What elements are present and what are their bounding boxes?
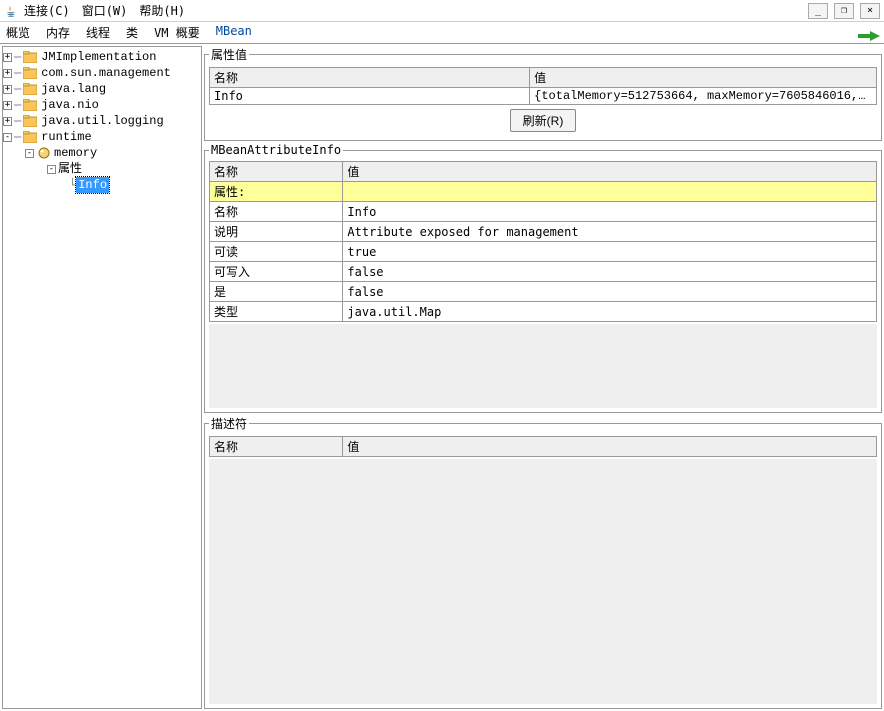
tree-label: JMImplementation	[41, 49, 156, 65]
menu-help[interactable]: 帮助(H)	[139, 2, 185, 19]
tree-node-runtime[interactable]: - ─ runtime	[3, 129, 201, 145]
descriptor-body-blank	[209, 459, 877, 704]
tree-label: java.lang	[41, 81, 106, 97]
cell-value: {totalMemory=512753664, maxMemory=760584…	[530, 88, 877, 105]
tab-mbean[interactable]: MBean	[214, 22, 254, 43]
cell: 可写入	[210, 262, 343, 282]
tab-memory[interactable]: 内存	[44, 22, 72, 43]
expand-icon[interactable]: +	[3, 53, 12, 62]
table-row[interactable]: 可写入 false	[210, 262, 877, 282]
folder-icon	[23, 131, 37, 143]
attribute-info-table[interactable]: 名称 值 属性: 名称 Info 说明 Attribute exposed fo…	[209, 161, 877, 322]
col-name[interactable]: 名称	[210, 68, 530, 88]
minimize-button[interactable]: _	[808, 3, 828, 19]
java-icon	[4, 4, 18, 18]
table-row[interactable]: 名称 Info	[210, 202, 877, 222]
mbean-tree[interactable]: + ─ JMImplementation + ─ com.sun.managem…	[2, 46, 202, 709]
section-title: 描述符	[209, 415, 249, 432]
cell-name: Info	[210, 88, 530, 105]
descriptor-table[interactable]: 名称 值	[209, 436, 877, 457]
window-controls: _ ❐ ×	[808, 3, 880, 19]
folder-icon	[23, 67, 37, 79]
cell: 属性:	[210, 182, 343, 202]
section-descriptor: 描述符 名称 值	[204, 415, 882, 709]
maximize-button[interactable]: ❐	[834, 3, 854, 19]
tree-node[interactable]: + ─ java.util.logging	[3, 113, 201, 129]
expand-icon[interactable]: +	[3, 101, 12, 110]
table-row[interactable]: 可读 true	[210, 242, 877, 262]
cell: 可读	[210, 242, 343, 262]
folder-icon	[23, 99, 37, 111]
tab-overview[interactable]: 概览	[4, 22, 32, 43]
collapse-icon[interactable]: -	[47, 165, 56, 174]
folder-icon	[23, 115, 37, 127]
tree-label-selected: Info	[76, 177, 109, 193]
cell: 名称	[210, 202, 343, 222]
table-row[interactable]: Info {totalMemory=512753664, maxMemory=7…	[210, 88, 877, 105]
cell	[343, 182, 877, 202]
menu-connect[interactable]: 连接(C)	[24, 2, 70, 19]
col-value[interactable]: 值	[530, 68, 877, 88]
refresh-button[interactable]: 刷新(R)	[510, 109, 577, 132]
main-area: + ─ JMImplementation + ─ com.sun.managem…	[0, 44, 884, 711]
collapse-icon[interactable]: -	[3, 133, 12, 142]
cell: false	[343, 282, 877, 302]
cell: Info	[343, 202, 877, 222]
section-attribute-value: 属性值 名称 值 Info {totalMemory=512753664, ma…	[204, 46, 882, 141]
cell: java.util.Map	[343, 302, 877, 322]
tree-label: com.sun.management	[41, 65, 171, 81]
tree-label: runtime	[41, 129, 91, 145]
tab-classes[interactable]: 类	[124, 22, 140, 43]
expand-icon[interactable]: +	[3, 85, 12, 94]
tree-node[interactable]: + ─ java.nio	[3, 97, 201, 113]
tree-label: 属性	[58, 161, 82, 177]
tree-node[interactable]: + ─ com.sun.management	[3, 65, 201, 81]
tab-vm[interactable]: VM 概要	[152, 22, 202, 43]
cell: true	[343, 242, 877, 262]
menu-window[interactable]: 窗口(W)	[82, 2, 128, 19]
table-row[interactable]: 是 false	[210, 282, 877, 302]
col-value[interactable]: 值	[343, 162, 877, 182]
mbean-icon	[38, 147, 50, 159]
tree-node-memory[interactable]: - memory	[3, 145, 201, 161]
collapse-icon[interactable]: -	[25, 149, 34, 158]
table-row[interactable]: 类型 java.util.Map	[210, 302, 877, 322]
tree-node-info[interactable]: └ Info	[3, 177, 201, 193]
table-row[interactable]: 属性:	[210, 182, 877, 202]
tree-node[interactable]: + ─ java.lang	[3, 81, 201, 97]
col-name[interactable]: 名称	[210, 162, 343, 182]
close-button[interactable]: ×	[860, 3, 880, 19]
table-row[interactable]: 说明 Attribute exposed for management	[210, 222, 877, 242]
section-attribute-info: MBeanAttributeInfo 名称 值 属性: 名称 Info 说明 A	[204, 143, 882, 413]
section-title: MBeanAttributeInfo	[209, 143, 343, 157]
folder-icon	[23, 51, 37, 63]
cell: Attribute exposed for management	[343, 222, 877, 242]
tab-strip: 概览 内存 线程 类 VM 概要 MBean	[0, 22, 884, 44]
menu-bar: 连接(C) 窗口(W) 帮助(H)	[24, 2, 185, 19]
col-name[interactable]: 名称	[210, 437, 343, 457]
tree-label: java.nio	[41, 97, 99, 113]
detail-pane: 属性值 名称 值 Info {totalMemory=512753664, ma…	[204, 46, 882, 709]
cell: false	[343, 262, 877, 282]
tree-label: java.util.logging	[41, 113, 163, 129]
cell: 说明	[210, 222, 343, 242]
titlebar: 连接(C) 窗口(W) 帮助(H) _ ❐ ×	[0, 0, 884, 22]
tree-node[interactable]: + ─ JMImplementation	[3, 49, 201, 65]
attribute-value-table[interactable]: 名称 值 Info {totalMemory=512753664, maxMem…	[209, 67, 877, 105]
col-value[interactable]: 值	[343, 437, 877, 457]
tab-threads[interactable]: 线程	[84, 22, 112, 43]
expand-icon[interactable]: +	[3, 117, 12, 126]
folder-icon	[23, 83, 37, 95]
info-body-blank	[209, 324, 877, 408]
cell: 类型	[210, 302, 343, 322]
cell: 是	[210, 282, 343, 302]
section-title: 属性值	[209, 46, 249, 63]
tree-label: memory	[54, 145, 97, 161]
expand-icon[interactable]: +	[3, 69, 12, 78]
connection-status-icon	[858, 29, 880, 43]
tree-node-attributes[interactable]: - 属性	[3, 161, 201, 177]
